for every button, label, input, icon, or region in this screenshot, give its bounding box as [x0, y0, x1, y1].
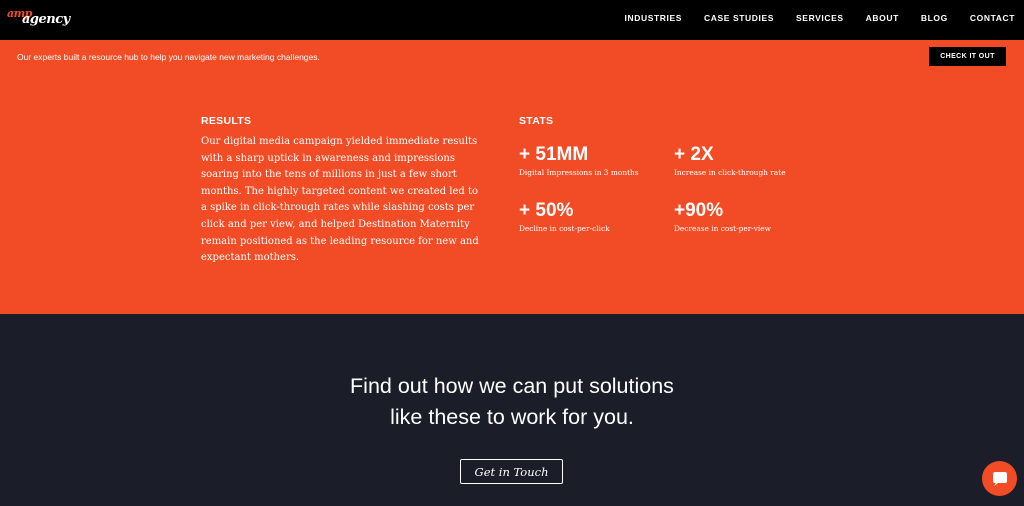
- get-in-touch-button[interactable]: Get in Touch: [460, 459, 563, 484]
- stat-click-through: + 2X Increase in click-through rate: [674, 144, 786, 177]
- stat-value: + 50%: [519, 200, 574, 221]
- results-section: Our experts built a resource hub to help…: [0, 40, 1024, 314]
- chat-button[interactable]: [982, 461, 1017, 496]
- stat-impressions: + 51MM Digital Impressions in 3 months: [519, 144, 639, 177]
- top-nav: amp agency INDUSTRIES CASE STUDIES SERVI…: [0, 0, 1024, 40]
- stat-value: + 2X: [674, 144, 714, 165]
- stat-value: +90%: [674, 200, 724, 221]
- stats-heading: STATS: [519, 115, 554, 127]
- nav-item-services[interactable]: SERVICES: [796, 13, 844, 23]
- nav-item-about[interactable]: ABOUT: [866, 13, 899, 23]
- cta-heading-line-1: Find out how we can put solutions: [350, 374, 674, 398]
- stat-cost-per-view: +90% Decrease in cost-per-view: [674, 200, 771, 233]
- stat-cost-per-click: + 50% Decline in cost-per-click: [519, 200, 610, 233]
- stat-label: Increase in click-through rate: [674, 168, 786, 177]
- check-it-out-button[interactable]: CHECK IT OUT: [929, 47, 1006, 66]
- nav-menu: INDUSTRIES CASE STUDIES SERVICES ABOUT B…: [603, 13, 1015, 23]
- banner-text: Our experts built a resource hub to help…: [17, 52, 320, 62]
- chat-bubble-icon: [992, 471, 1007, 486]
- nav-item-industries[interactable]: INDUSTRIES: [625, 13, 682, 23]
- cta-heading: Find out how we can put solutions like t…: [0, 371, 1024, 433]
- cta-section: Find out how we can put solutions like t…: [0, 314, 1024, 506]
- results-heading: RESULTS: [201, 115, 252, 127]
- stat-label: Decrease in cost-per-view: [674, 224, 771, 233]
- logo-agency-text: agency: [22, 12, 70, 27]
- nav-item-case-studies[interactable]: CASE STUDIES: [704, 13, 774, 23]
- cta-heading-line-2: like these to work for you.: [390, 405, 634, 429]
- nav-item-contact[interactable]: CONTACT: [970, 13, 1015, 23]
- stat-value: + 51MM: [519, 144, 589, 165]
- stat-label: Decline in cost-per-click: [519, 224, 610, 233]
- stat-label: Digital Impressions in 3 months: [519, 168, 639, 177]
- results-body: Our digital media campaign yielded immed…: [201, 136, 479, 264]
- nav-item-blog[interactable]: BLOG: [921, 13, 948, 23]
